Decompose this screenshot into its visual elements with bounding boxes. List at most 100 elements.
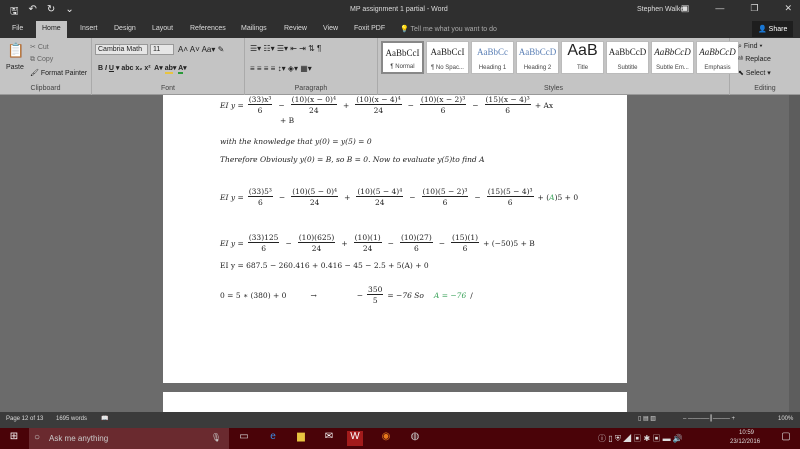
fraction: (10)(5 − 4)⁴ 24: [356, 187, 404, 207]
system-tray-icons[interactable]: ⓘ ▯ ⛨ ◢ ▣ ✱ ▣ ▬ 🔊: [598, 433, 683, 444]
style-6[interactable]: AaBbCcD Subtle Em...: [651, 41, 694, 74]
style-name: Subtle Em...: [656, 65, 689, 71]
view-buttons[interactable]: ▯ ▤ ▥: [638, 415, 656, 422]
firefox-icon[interactable]: ◉: [378, 431, 394, 446]
replace-button[interactable]: ᵃᵇ Replace: [738, 56, 771, 63]
clipboard-group: 📋 Paste ✂ Cut ⧉ Copy 🖌 Format Painter Cl…: [0, 38, 92, 95]
user-name[interactable]: Stephen Walker: [637, 6, 687, 13]
undo-icon[interactable]: ↶: [29, 4, 37, 21]
file-explorer-icon[interactable]: ▆: [293, 431, 309, 446]
tell-me-search[interactable]: 💡 Tell me what you want to do: [400, 25, 497, 33]
proofing-icon[interactable]: 📖: [101, 415, 108, 422]
page-count[interactable]: Page 12 of 13: [6, 416, 43, 422]
style-0[interactable]: AaBbCcI ¶ Normal: [381, 41, 424, 74]
numerator: (10)(x − 0)⁴: [290, 95, 337, 105]
equation-tail: + (−50)5 + B: [483, 238, 535, 248]
next-page[interactable]: [163, 392, 627, 412]
format-painter-button[interactable]: 🖌 Format Painter: [30, 69, 87, 77]
denominator: 24: [375, 198, 385, 207]
fraction: (10)(x − 4)⁴ 24: [355, 95, 402, 115]
find-button[interactable]: ⌕ Find ▾: [738, 43, 762, 51]
style-1[interactable]: AaBbCcI ¶ No Spac...: [426, 41, 469, 74]
microphone-icon[interactable]: 🎙: [211, 433, 221, 442]
equation-lhs: EI y =: [220, 238, 244, 248]
denominator: 24: [362, 244, 373, 253]
start-icon[interactable]: ⊞: [6, 431, 22, 446]
cortana-search[interactable]: ○ Ask me anything 🎙: [29, 428, 229, 449]
ribbon-display-options-icon[interactable]: ▣: [681, 3, 690, 14]
numerator: (10)(x − 4)⁴: [355, 95, 402, 105]
minus: −: [356, 290, 364, 300]
operator: −: [387, 238, 394, 248]
numerator: (10)(5 − 0)⁴: [291, 187, 339, 197]
equation-tail: + Ax: [534, 100, 554, 110]
tab-review[interactable]: Review: [284, 25, 307, 32]
paragraph-label: Paragraph: [294, 85, 328, 92]
denominator: 6: [442, 198, 448, 207]
font-size-select[interactable]: 11: [150, 44, 174, 55]
app-icon[interactable]: ◍: [407, 431, 423, 446]
replace-label: Replace: [745, 56, 771, 63]
paste-button[interactable]: Paste: [6, 64, 24, 71]
select-button[interactable]: ⬉ Select ▾: [738, 69, 771, 77]
restore-button[interactable]: ❐: [750, 3, 758, 14]
final-middle: = −76 So: [387, 290, 424, 300]
equation-evaluated: EI y = (33)125 6− (10)(625) 24 + (10)(1) 24− (10…: [220, 233, 535, 253]
paste-icon[interactable]: 📋: [7, 42, 24, 59]
clock-date[interactable]: 23/12/2016: [730, 439, 760, 445]
document-page[interactable]: EI y = (33)x³ 6− (10)(x − 0)⁴ 24 + (10)(x − 4)…: [163, 95, 627, 383]
grow-font-icon[interactable]: A˄ A˅ Aa▾ ✎: [178, 45, 224, 54]
select-label: Select: [745, 70, 766, 77]
fraction: (33)5³ 6: [247, 187, 273, 207]
clock-time[interactable]: 10:59: [739, 430, 754, 436]
tab-references[interactable]: References: [190, 25, 226, 32]
tab-home[interactable]: Home: [36, 21, 67, 38]
word-icon[interactable]: W: [347, 431, 363, 446]
tab-mailings[interactable]: Mailings: [241, 25, 267, 32]
zoom-level[interactable]: 100%: [778, 416, 793, 422]
style-5[interactable]: AaBbCcD Subtitle: [606, 41, 649, 74]
style-2[interactable]: AaBbCc Heading 1: [471, 41, 514, 74]
final-answer: A = −76: [433, 290, 467, 300]
operator: +: [344, 192, 351, 202]
denominator: 6: [505, 106, 511, 115]
style-name: ¶ No Spac...: [431, 65, 464, 71]
denominator: 24: [311, 244, 322, 253]
list-buttons[interactable]: ☰▾ ☷▾ ☰▾ ⇤ ⇥ ⇅ ¶: [250, 44, 321, 53]
cut-button[interactable]: ✂ Cut: [30, 43, 49, 51]
share-button[interactable]: 👤 Share: [752, 21, 794, 37]
tab-file[interactable]: File: [12, 25, 23, 32]
style-name: Heading 2: [523, 65, 552, 71]
tab-view[interactable]: View: [323, 25, 338, 32]
edge-icon[interactable]: e: [265, 431, 281, 446]
copy-button[interactable]: ⧉ Copy: [30, 56, 53, 64]
close-button[interactable]: ✕: [784, 3, 792, 14]
search-placeholder: Ask me anything: [49, 434, 109, 443]
cut-label: Cut: [37, 44, 49, 51]
font-name-select[interactable]: Cambria Math: [95, 44, 148, 55]
save-icon[interactable]: 🖫: [10, 4, 19, 21]
fraction: (15)(5 − 4)³ 6: [486, 187, 534, 207]
word-count[interactable]: 1695 words: [56, 416, 87, 422]
fraction: (10)(x − 2)³ 6: [419, 95, 467, 115]
minimize-button[interactable]: —: [715, 3, 724, 14]
style-4[interactable]: AaB Title: [561, 41, 604, 74]
clipboard-label: Clipboard: [30, 85, 61, 92]
copy-label: Copy: [36, 56, 54, 63]
task-view-icon[interactable]: ▭: [236, 431, 252, 446]
vertical-scrollbar[interactable]: [789, 95, 800, 412]
action-center-icon[interactable]: ▢: [778, 431, 794, 446]
alignment-buttons[interactable]: ≡ ≡ ≡ ≡ ↕▾ ◈▾ ▦▾: [250, 64, 312, 73]
mail-icon[interactable]: ✉: [321, 431, 337, 446]
format-buttons[interactable]: B I U ▾ abc x₂ x² A▾ ab▾ A▾: [98, 64, 187, 74]
style-3[interactable]: AaBbCcD Heading 2: [516, 41, 559, 74]
tab-layout[interactable]: Layout: [152, 25, 173, 32]
numerator: (10)(5 − 4)⁴: [356, 187, 404, 197]
tab-insert[interactable]: Insert: [80, 25, 98, 32]
redo-icon[interactable]: ↻: [47, 4, 55, 21]
numerator: (10)(5 − 2)³: [421, 187, 469, 197]
tab-foxit-pdf[interactable]: Foxit PDF: [354, 25, 385, 32]
zoom-slider[interactable]: – ─────┃──── +: [683, 415, 735, 422]
tab-design[interactable]: Design: [114, 25, 136, 32]
customize-quick-access-icon[interactable]: ⌄: [65, 4, 73, 21]
